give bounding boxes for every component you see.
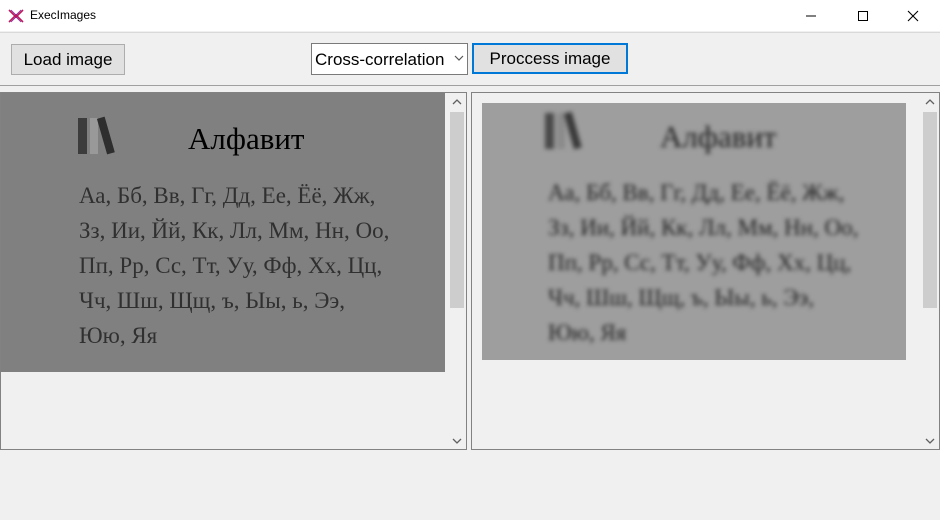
alphabet-line: Юю, Яя bbox=[79, 323, 158, 348]
books-icon bbox=[545, 111, 582, 150]
alphabet-line: Зз, Ии, Йй, Кк, Лл, Мм, Нн, Оо, bbox=[548, 215, 859, 240]
scroll-up-button[interactable] bbox=[448, 93, 466, 110]
chevron-down-icon bbox=[925, 438, 935, 444]
alphabet-title: Алфавит bbox=[660, 119, 777, 154]
original-image-panel[interactable]: Алфавит Аа, Бб, Вв, Гг, Дд, Ее, Ёё, Жж, … bbox=[0, 92, 467, 450]
alphabet-line: Юю, Яя bbox=[548, 320, 627, 345]
maximize-button[interactable] bbox=[840, 0, 886, 31]
title-bar: ExecImages bbox=[0, 0, 940, 31]
alphabet-line: Зз, Ии, Йй, Кк, Лл, Мм, Нн, Оо, bbox=[79, 218, 390, 243]
vertical-scrollbar[interactable] bbox=[448, 93, 466, 449]
processed-image: Алфавит Аа, Бб, Вв, Гг, Дд, Ее, Ёё, Жж, … bbox=[482, 103, 906, 360]
scroll-thumb[interactable] bbox=[450, 112, 464, 308]
chevron-up-icon bbox=[452, 98, 462, 104]
scroll-thumb[interactable] bbox=[923, 112, 937, 308]
toolbar: Load image Cross-correlation Proccess im… bbox=[0, 32, 940, 86]
alphabet-line: Пп, Рр, Сс, Тт, Уу, Фф, Хх, Цц, bbox=[548, 250, 852, 275]
load-image-button[interactable]: Load image bbox=[11, 44, 125, 75]
books-icon bbox=[78, 116, 115, 155]
close-button[interactable] bbox=[890, 0, 936, 31]
alphabet-title: Алфавит bbox=[188, 121, 305, 156]
alphabet-line: Чч, Шш, Щщ, ъ, Ыы, ь, Ээ, bbox=[79, 288, 346, 313]
minimize-button[interactable] bbox=[788, 0, 834, 31]
app-logo-icon bbox=[8, 9, 24, 23]
close-icon bbox=[907, 10, 919, 21]
minimize-icon bbox=[806, 15, 816, 16]
scroll-up-button[interactable] bbox=[921, 93, 939, 110]
method-select-value: Cross-correlation bbox=[315, 50, 445, 69]
chevron-up-icon bbox=[925, 98, 935, 104]
alphabet-text: Аа, Бб, Вв, Гг, Дд, Ее, Ёё, Жж, Зз, Ии, … bbox=[79, 178, 389, 353]
maximize-icon bbox=[858, 10, 868, 21]
chevron-down-icon bbox=[454, 55, 464, 61]
scroll-down-button[interactable] bbox=[448, 432, 466, 449]
alphabet-text: Аа, Бб, Вв, Гг, Дд, Ее, Ёё, Жж, Зз, Ии, … bbox=[548, 175, 858, 350]
alphabet-line: Аа, Бб, Вв, Гг, Дд, Ее, Ёё, Жж, bbox=[548, 180, 845, 205]
process-image-button[interactable]: Proccess image bbox=[472, 43, 628, 74]
scroll-down-button[interactable] bbox=[921, 432, 939, 449]
alphabet-line: Чч, Шш, Щщ, ъ, Ыы, ь, Ээ, bbox=[548, 285, 815, 310]
original-image: Алфавит Аа, Бб, Вв, Гг, Дд, Ее, Ёё, Жж, … bbox=[1, 93, 445, 372]
vertical-scrollbar[interactable] bbox=[921, 93, 939, 449]
window-title: ExecImages bbox=[30, 8, 97, 22]
alphabet-line: Аа, Бб, Вв, Гг, Дд, Ее, Ёё, Жж, bbox=[79, 183, 376, 208]
alphabet-line: Пп, Рр, Сс, Тт, Уу, Фф, Хх, Цц, bbox=[79, 253, 383, 278]
processed-image-panel[interactable]: Алфавит Аа, Бб, Вв, Гг, Дд, Ее, Ёё, Жж, … bbox=[471, 92, 940, 450]
method-select[interactable]: Cross-correlation bbox=[311, 43, 468, 75]
chevron-down-icon bbox=[452, 438, 462, 444]
